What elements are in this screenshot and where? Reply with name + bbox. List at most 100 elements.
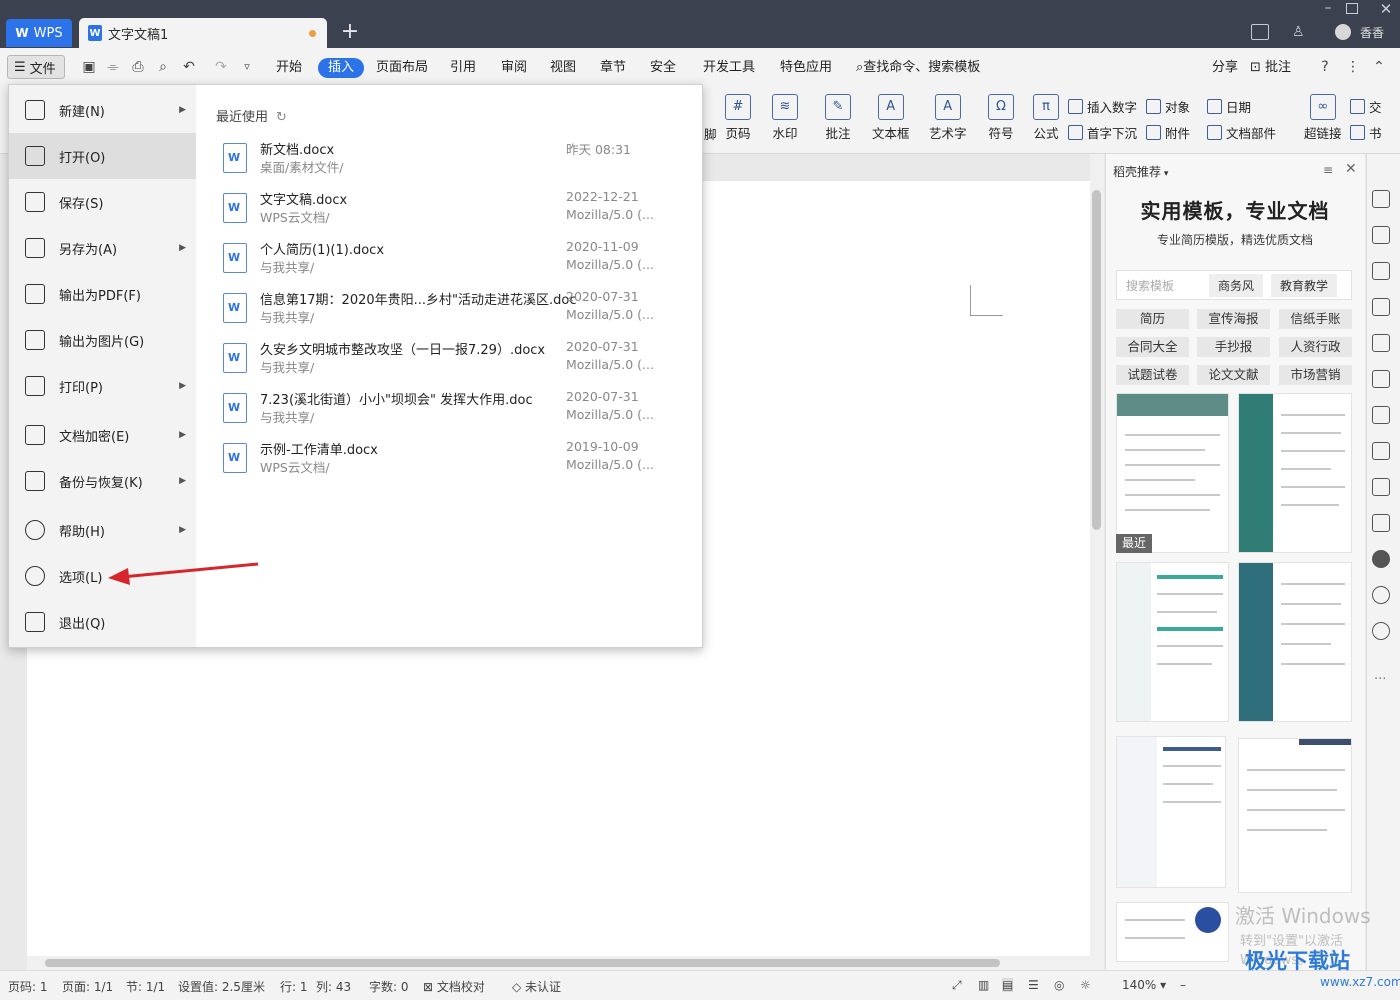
web-view-icon[interactable]: ◎ (1054, 978, 1064, 992)
menu-item-save[interactable]: 保存(S) (9, 179, 196, 225)
more-dots-icon[interactable]: ··· (1374, 672, 1386, 687)
template-icon[interactable] (1372, 550, 1390, 568)
menu-item-save-as[interactable]: 另存为(A) ▶ (9, 225, 196, 271)
minimize-icon[interactable]: – (1318, 0, 1338, 16)
recent-file-item[interactable]: 新文档.docx 桌面/素材文件/昨天 08:31 (220, 139, 660, 189)
proofread-button[interactable]: ⊠ 文档校对 (423, 978, 485, 995)
template-thumbnail[interactable] (1116, 562, 1229, 722)
template-tag[interactable]: 简历 (1116, 309, 1189, 329)
footer-button[interactable]: 脚 (704, 124, 717, 143)
maximize-icon[interactable] (1346, 3, 1358, 14)
wordart-button[interactable]: A 艺术字 (929, 94, 967, 142)
template-tag[interactable]: 论文文献 (1197, 365, 1270, 385)
hyperlink-button[interactable]: ∞ 超链接 (1304, 94, 1342, 142)
status-word-count[interactable]: 字数: 0 (369, 978, 409, 995)
text-style-icon[interactable] (1372, 298, 1390, 316)
menu-item-help[interactable]: 帮助(H) ▶ (9, 507, 196, 553)
certification-status[interactable]: ◇ 未认证 (512, 978, 561, 995)
format-painter-icon[interactable]: ⌯ (104, 58, 122, 76)
comment-button[interactable]: ✎ 批注 (825, 94, 851, 142)
document-tab[interactable]: W 文字文稿1 (79, 18, 327, 48)
template-tag[interactable]: 宣传海报 (1197, 309, 1270, 329)
print-icon[interactable]: ⎙ (129, 58, 147, 76)
customize-icon[interactable]: ▿ (238, 58, 256, 76)
user-name[interactable]: 香香 (1360, 24, 1384, 41)
tab-page-layout[interactable]: 页面布局 (372, 58, 432, 78)
formula-button[interactable]: π 公式 (1033, 94, 1059, 142)
share-button[interactable]: 分享 (1208, 58, 1242, 78)
eye-protect-icon[interactable]: ☼ (1080, 978, 1091, 992)
tab-security[interactable]: 安全 (646, 58, 680, 78)
search-chip[interactable]: 教育教学 (1271, 273, 1338, 297)
panel-title[interactable]: 稻壳推荐 ▾ (1113, 163, 1168, 180)
file-menu-button[interactable]: ☰ 文件 (7, 55, 65, 79)
template-thumbnail[interactable] (1238, 738, 1352, 893)
tab-insert[interactable]: 插入 (318, 58, 365, 78)
tab-references[interactable]: 引用 (446, 58, 480, 78)
recent-file-item[interactable]: 个人简历(1)(1).docx 与我共享/2020-11-09 Mozilla/5.… (220, 239, 660, 289)
outline-view-icon[interactable]: ☰ (1028, 978, 1039, 992)
layout-icon[interactable] (1251, 24, 1269, 40)
cursor-icon[interactable] (1372, 226, 1390, 244)
recent-file-item[interactable]: 文字文稿.docx WPS云文档/2022-12-21 Mozilla/5.0 (.… (220, 189, 660, 239)
close-icon[interactable]: ✕ (1378, 0, 1394, 18)
bookmark-button[interactable]: 书 (1350, 123, 1382, 142)
avatar[interactable] (1335, 24, 1351, 40)
template-thumbnail[interactable] (1116, 902, 1229, 962)
more-icon[interactable]: ⋮ (1344, 58, 1362, 76)
tab-review[interactable]: 审阅 (497, 58, 531, 78)
zoom-out-icon[interactable]: – (1180, 978, 1186, 992)
table-icon[interactable] (1372, 334, 1390, 352)
panel-close-icon[interactable]: ✕ (1345, 161, 1357, 177)
template-tag[interactable]: 合同大全 (1116, 337, 1189, 357)
menu-item-export-image[interactable]: 输出为图片(G) (9, 317, 196, 363)
tab-view[interactable]: 视图 (546, 58, 580, 78)
recent-file-item[interactable]: 久安乡文明城市整改攻坚（一日一报7.29）.docx 与我共享/2020-07-3… (220, 339, 660, 389)
recent-file-item[interactable]: 信息第17期：2020年贵阳...乡村"活动走进花溪区.doc 与我共享/2020… (220, 289, 660, 339)
comment-menu-button[interactable]: ⊡ 批注 (1246, 58, 1295, 78)
image-icon[interactable] (1372, 514, 1390, 532)
recent-file-item[interactable]: 7.23(溪北街道）小小"坝坝会" 发挥大作用.doc 与我共享/2020-07-… (220, 389, 660, 439)
watermark-button[interactable]: ≋ 水印 (772, 94, 798, 142)
menu-item-export-pdf[interactable]: 输出为PDF(F) (9, 271, 196, 317)
template-thumbnail[interactable] (1116, 393, 1229, 553)
template-thumbnail[interactable] (1116, 736, 1226, 888)
template-search-input[interactable]: 搜索模板 (1117, 277, 1205, 294)
zoom-level[interactable]: 140% ▾ (1122, 978, 1166, 992)
new-tab-button[interactable]: + (340, 19, 360, 45)
template-thumbnail[interactable] (1238, 393, 1352, 553)
horizontal-scroll-thumb[interactable] (45, 959, 1000, 967)
shapes-icon[interactable] (1372, 262, 1390, 280)
help-icon[interactable]: ? (1316, 58, 1334, 76)
doc-parts-button[interactable]: 文档部件 (1207, 123, 1276, 142)
tab-home[interactable]: 开始 (272, 58, 306, 78)
translate-icon[interactable] (1372, 442, 1390, 460)
settings-sliders-icon[interactable] (1372, 370, 1390, 388)
template-thumbnail[interactable] (1238, 562, 1352, 722)
page-view-icon[interactable]: ▤ (1002, 978, 1014, 992)
symbol-button[interactable]: Ω 符号 (988, 94, 1014, 142)
object-button[interactable]: 对象 (1146, 97, 1190, 116)
panel-menu-icon[interactable]: ≡ (1323, 163, 1333, 177)
redo-icon[interactable]: ↷ (212, 58, 230, 76)
command-search[interactable]: ⌕查找命令、搜索模板 (856, 58, 980, 78)
history-icon[interactable] (1372, 586, 1390, 604)
archive-icon[interactable] (1372, 478, 1390, 496)
read-mode-icon[interactable]: ▥ (978, 978, 989, 992)
template-tag[interactable]: 试题试卷 (1116, 365, 1189, 385)
tab-chapter[interactable]: 章节 (596, 58, 630, 78)
skin-icon[interactable]: ♙ (1292, 24, 1305, 40)
wps-home-tab[interactable]: W WPS (6, 19, 72, 47)
template-search[interactable]: 搜索模板 商务风 教育教学 (1116, 270, 1352, 300)
date-button[interactable]: 日期 (1207, 97, 1251, 116)
drop-cap-button[interactable]: 首字下沉 (1068, 123, 1137, 142)
page-number-button[interactable]: # 页码 (725, 94, 751, 142)
recent-file-item[interactable]: 示例-工作清单.docx WPS云文档/2019-10-09 Mozilla/5.0… (220, 439, 660, 489)
attachment-button[interactable]: 附件 (1146, 123, 1190, 142)
search-chip[interactable]: 商务风 (1209, 273, 1264, 297)
collapse-ribbon-icon[interactable]: ⌃ (1370, 58, 1388, 76)
textbox-button[interactable]: A 文本框 (872, 94, 910, 142)
pen-icon[interactable] (1372, 190, 1390, 208)
save-icon[interactable]: ▣ (80, 58, 98, 76)
undo-icon[interactable]: ↶ (180, 58, 198, 76)
